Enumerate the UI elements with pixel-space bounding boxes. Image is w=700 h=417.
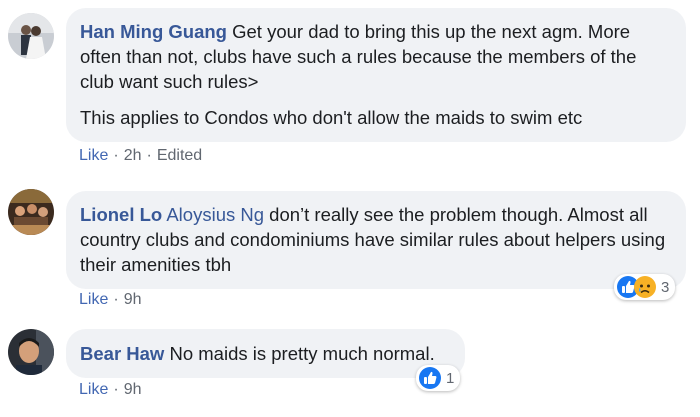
comment-actions: Like · 9h xyxy=(79,381,141,399)
avatar-bear-haw[interactable] xyxy=(8,329,54,375)
avatar-lionel-lo[interactable] xyxy=(8,189,54,235)
timestamp[interactable]: 9h xyxy=(124,381,142,398)
author-name[interactable]: Han Ming Guang xyxy=(80,21,227,42)
reactions-summary[interactable]: 1 xyxy=(416,365,461,391)
separator: · xyxy=(113,381,119,398)
separator: · xyxy=(113,291,119,308)
reactions-summary[interactable]: 3 xyxy=(614,274,676,300)
comment-paragraph: Han Ming Guang Get your dad to bring thi… xyxy=(80,19,672,94)
like-icon xyxy=(419,367,441,389)
comment-bubble: Bear Haw No maids is pretty much normal. xyxy=(66,329,465,378)
separator: · xyxy=(146,147,152,164)
comment-paragraph: Lionel Lo Aloysius Ng don’t really see t… xyxy=(80,202,672,277)
author-name[interactable]: Bear Haw xyxy=(80,343,164,364)
comment-text: No maids is pretty much normal. xyxy=(169,343,435,364)
comment-bubble: Lionel Lo Aloysius Ng don’t really see t… xyxy=(66,191,686,289)
edited-label: Edited xyxy=(156,147,203,164)
sad-icon xyxy=(634,276,656,298)
like-button[interactable]: Like xyxy=(79,147,108,164)
reaction-count: 1 xyxy=(446,369,455,387)
comment-bubble: Han Ming Guang Get your dad to bring thi… xyxy=(66,8,686,142)
avatar-han-ming-guang[interactable] xyxy=(8,13,54,59)
timestamp[interactable]: 2h xyxy=(124,147,142,164)
comment-paragraph: Bear Haw No maids is pretty much normal. xyxy=(80,341,451,366)
separator: · xyxy=(113,147,119,164)
like-button[interactable]: Like xyxy=(79,291,108,308)
comment-actions: Like · 2h · Edited xyxy=(79,147,202,165)
mention-link[interactable]: Aloysius Ng xyxy=(166,204,264,225)
like-button[interactable]: Like xyxy=(79,381,108,398)
comment-paragraph: This applies to Condos who don't allow t… xyxy=(80,107,583,128)
comment-actions: Like · 9h xyxy=(79,291,141,309)
timestamp[interactable]: 9h xyxy=(124,291,142,308)
reaction-count: 3 xyxy=(661,278,670,296)
author-name[interactable]: Lionel Lo xyxy=(80,204,162,225)
